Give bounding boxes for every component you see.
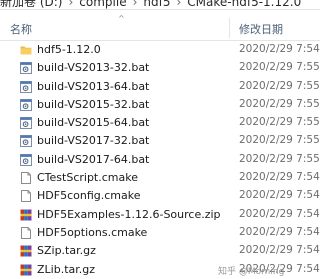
file-row[interactable]: build-VS2013-32.bat 2020/2/29 7:55 [0,59,320,77]
file-row[interactable]: build-VS2017-64.bat 2020/2/29 7:55 [0,151,320,169]
breadcrumb-separator-icon: › [68,0,74,9]
bat-file-icon [20,80,32,93]
file-date: 2020/2/29 7:54 [239,225,320,238]
file-name: build-VS2013-32.bat [37,61,150,75]
bat-file-icon [20,153,32,166]
file-row[interactable]: build-VS2015-32.bat 2020/2/29 7:55 [0,96,320,114]
cmake-file-icon [21,226,31,239]
file-date: 2020/2/29 7:55 [239,152,320,165]
file-name: build-VS2015-32.bat [37,97,150,111]
file-row[interactable]: SZip.tar.gz 2020/2/29 7:54 [0,242,320,260]
file-row[interactable]: build-VS2015-64.bat 2020/2/29 7:55 [0,114,320,132]
breadcrumb-separator-icon: › [132,0,138,9]
file-name: hdf5-1.12.0 [37,43,101,56]
column-header-bar: 名称 ^ 修改日期 [0,14,320,41]
file-date: 2020/2/29 7:54 [239,171,320,184]
file-name: CTestScript.cmake [37,171,138,185]
file-date: 2020/2/29 7:55 [239,134,320,147]
file-row[interactable]: HDF5options.cmake 2020/2/29 7:54 [0,224,320,242]
file-row[interactable]: HDF5config.cmake 2020/2/29 7:54 [0,187,320,205]
file-list: hdf5-1.12.0 2020/2/29 7:54 build-VS2013-… [0,41,320,279]
zip-archive-icon [20,209,32,221]
file-date: 2020/2/29 7:54 [239,244,320,257]
file-date: 2020/2/29 7:54 [239,189,320,202]
archive-icon [20,245,32,257]
file-name: HDF5options.cmake [37,225,148,239]
breadcrumb-separator-icon: › [176,0,182,9]
file-date: 2020/2/29 7:55 [239,97,320,110]
archive-icon [20,264,32,276]
column-header-name[interactable]: 名称 [10,21,32,37]
file-row[interactable]: HDF5Examples-1.12.6-Source.zip 2020/2/29… [0,206,320,224]
column-divider[interactable] [229,18,230,38]
file-row[interactable]: build-VS2017-32.bat 2020/2/29 7:55 [0,132,320,150]
column-header-date-modified[interactable]: 修改日期 [239,21,283,37]
bat-file-icon [20,117,32,130]
file-name: build-VS2015-64.bat [37,116,150,130]
breadcrumb-hdf5[interactable]: hdf5 [143,0,170,9]
file-name: HDF5config.cmake [37,189,141,203]
cmake-file-icon [21,190,31,203]
file-name: build-VS2017-32.bat [37,134,150,148]
file-name: build-VS2013-64.bat [37,79,150,93]
file-name: SZip.tar.gz [37,244,96,258]
file-name: build-VS2017-64.bat [37,152,150,166]
file-row[interactable]: CTestScript.cmake 2020/2/29 7:54 [0,169,320,187]
cmake-file-icon [21,172,31,185]
watermark: 知乎 @Morning [218,267,285,277]
breadcrumb-current-folder[interactable]: CMake-hdf5-1.12.0 [187,0,301,9]
file-date: 2020/2/29 7:55 [239,61,320,74]
bat-file-icon [20,62,32,75]
file-date: 2020/2/29 7:54 [239,207,320,220]
bat-file-icon [20,135,32,148]
file-date: 2020/2/29 7:54 [239,43,320,55]
file-date: 2020/2/29 7:55 [239,116,320,129]
breadcrumb-compile[interactable]: compile [79,0,126,9]
sort-ascending-icon: ^ [118,14,125,23]
file-name: HDF5Examples-1.12.6-Source.zip [37,207,221,221]
breadcrumb-drive[interactable]: 新加卷 (D:) [0,0,62,9]
file-row[interactable]: build-VS2013-64.bat 2020/2/29 7:55 [0,78,320,96]
file-date: 2020/2/29 7:55 [239,79,320,92]
file-row[interactable]: hdf5-1.12.0 2020/2/29 7:54 [0,41,320,59]
folder-icon [20,46,32,55]
address-breadcrumb[interactable]: 新加卷 (D:) › compile › hdf5 › CMake-hdf5-1.12.0 [0,0,320,10]
file-name: ZLib.tar.gz [37,262,96,276]
bat-file-icon [20,98,32,111]
